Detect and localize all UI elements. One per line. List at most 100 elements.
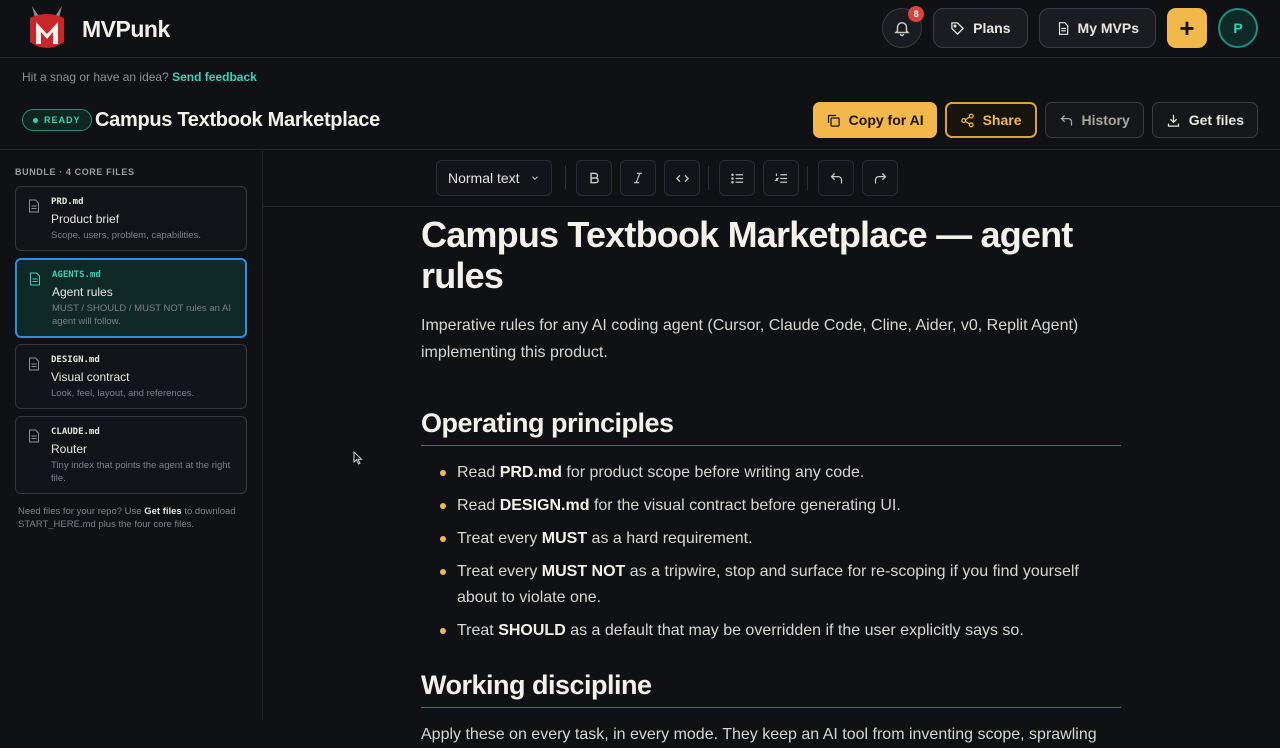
file-description: MUST / SHOULD / MUST NOT rules an AI age… xyxy=(52,303,231,327)
share-icon xyxy=(960,113,974,127)
document-heading: Campus Textbook Marketplace — agent rule… xyxy=(421,214,1073,296)
document-editor[interactable]: Campus Textbook Marketplace — agent rule… xyxy=(421,214,1121,748)
editor-divider xyxy=(263,206,1280,207)
rules-list: Read PRD.md for product scope before wri… xyxy=(421,460,1121,644)
code-icon xyxy=(675,174,689,182)
file-icon xyxy=(29,357,39,371)
code-button[interactable] xyxy=(664,160,700,196)
copy-for-ai-label: Copy for AI xyxy=(848,112,924,128)
chevron-down-icon xyxy=(531,176,538,180)
get-files-button[interactable]: Get files xyxy=(1151,102,1258,138)
item-text: for the visual contract before generatin… xyxy=(589,497,901,514)
mvpunk-logo[interactable] xyxy=(26,4,68,54)
file-title: Visual contract xyxy=(51,370,130,384)
send-feedback-link[interactable]: Send feedback xyxy=(172,70,257,84)
feedback-line: Hit a snag or have an idea? Send feedbac… xyxy=(22,70,257,84)
file-sidebar: BUNDLE · 4 CORE FILES PRD.md Product bri… xyxy=(0,151,263,720)
bundle-label: BUNDLE · 4 CORE FILES xyxy=(15,167,135,177)
history-button[interactable]: History xyxy=(1044,102,1144,138)
italic-button[interactable] xyxy=(620,160,656,196)
file-description: Scope, users, problem, capabilities. xyxy=(51,230,201,241)
notifications-button[interactable]: 8 xyxy=(882,6,925,48)
share-label: Share xyxy=(982,112,1022,128)
document-icon xyxy=(1058,21,1068,35)
bold-button[interactable] xyxy=(576,160,612,196)
item-bold: MUST xyxy=(541,530,588,547)
redo-button[interactable] xyxy=(862,160,898,196)
copy-for-ai-button[interactable]: Copy for AI xyxy=(812,102,937,138)
plans-label: Plans xyxy=(973,20,1011,36)
file-description: Look, feel, layout, and references. xyxy=(51,388,195,399)
item-text: Treat every xyxy=(457,530,542,547)
file-title: Router xyxy=(51,442,88,456)
file-card-design[interactable]: DESIGN.md Visual contract Look, feel, la… xyxy=(15,344,247,409)
download-icon xyxy=(1167,114,1179,127)
file-description: Tiny index that points the agent at the … xyxy=(51,460,231,484)
share-button[interactable]: Share xyxy=(944,102,1037,138)
item-text: as a hard requirement. xyxy=(587,530,753,547)
section-heading: Operating principles xyxy=(421,408,1121,446)
section-paragraph: Apply these on every task, in every mode… xyxy=(421,726,1097,743)
bold-icon xyxy=(590,172,599,184)
intro-paragraph: Imperative rules for any AI coding agent… xyxy=(421,317,1079,361)
redo-icon xyxy=(874,172,886,183)
status-label: READY xyxy=(44,115,81,125)
tag-icon xyxy=(951,21,965,35)
undo-button[interactable] xyxy=(818,160,854,196)
file-icon xyxy=(30,272,40,286)
section-heading: Working discipline xyxy=(421,670,1121,708)
get-files-note-link[interactable]: Get files xyxy=(144,506,182,517)
list-item: Treat SHOULD as a default that may be ov… xyxy=(421,618,1121,644)
item-text: Read xyxy=(457,464,500,481)
file-title: Agent rules xyxy=(52,285,113,299)
numbered-list-button[interactable] xyxy=(763,160,799,196)
document-title: Campus Textbook Marketplace xyxy=(95,109,380,131)
mouse-cursor-icon xyxy=(353,451,363,465)
my-mvps-button[interactable]: My MVPs xyxy=(1038,8,1156,48)
file-name: AGENTS.md xyxy=(52,270,101,280)
list-item: Treat every MUST as a hard requirement. xyxy=(421,526,1121,552)
item-text: Treat xyxy=(457,622,499,639)
item-bold: SHOULD xyxy=(498,622,566,639)
italic-icon xyxy=(633,172,643,184)
status-dot xyxy=(33,117,38,123)
file-card-claude[interactable]: CLAUDE.md Router Tiny index that points … xyxy=(15,416,247,494)
status-badge: READY xyxy=(22,109,92,131)
item-bold: MUST NOT xyxy=(541,563,626,580)
item-text: Read xyxy=(457,497,500,514)
file-icon xyxy=(29,199,39,213)
copy-icon xyxy=(827,114,840,127)
undo-icon xyxy=(830,172,842,183)
new-mvp-button[interactable]: + xyxy=(1167,8,1207,48)
file-name: CLAUDE.md xyxy=(51,427,100,437)
file-icon xyxy=(29,429,39,443)
user-avatar[interactable]: P xyxy=(1218,8,1258,48)
list-item: Read DESIGN.md for the visual contract b… xyxy=(421,493,1121,519)
file-name: PRD.md xyxy=(51,197,84,207)
list-item: Read PRD.md for product scope before wri… xyxy=(421,460,1121,486)
list-item: Treat every MUST NOT as a tripwire, stop… xyxy=(421,559,1121,611)
get-files-label: Get files xyxy=(1188,112,1244,128)
text-style-select[interactable]: Normal text xyxy=(436,160,552,196)
history-label: History xyxy=(1081,112,1130,128)
my-mvps-label: My MVPs xyxy=(1077,20,1139,36)
item-text: for product scope before writing any cod… xyxy=(561,464,865,481)
editor-toolbar: Normal text xyxy=(436,159,906,197)
item-text: Treat every xyxy=(457,563,542,580)
item-bold: PRD.md xyxy=(499,464,562,481)
bullet-list-button[interactable] xyxy=(719,160,755,196)
brand-name[interactable]: MVPunk xyxy=(82,16,170,43)
file-card-agents[interactable]: AGENTS.md Agent rules MUST / SHOULD / MU… xyxy=(15,258,247,338)
plans-button[interactable]: Plans xyxy=(933,8,1028,48)
sidebar-note: Need files for your repo? Use Get files … xyxy=(18,505,248,532)
file-title: Product brief xyxy=(51,212,120,226)
note-text: Need files for your repo? Use xyxy=(18,506,145,517)
undo-arrow-icon xyxy=(1060,114,1072,125)
file-name: DESIGN.md xyxy=(51,355,100,365)
top-bar: MVPunk 8 Plans My MVPs + P xyxy=(0,0,1280,58)
item-bold: DESIGN.md xyxy=(499,497,590,514)
bullet-list-icon xyxy=(730,173,743,183)
notification-count-badge: 8 xyxy=(908,6,925,22)
item-text: as a default that may be overridden if t… xyxy=(565,622,1024,639)
file-card-prd[interactable]: PRD.md Product brief Scope, users, probl… xyxy=(15,186,247,251)
